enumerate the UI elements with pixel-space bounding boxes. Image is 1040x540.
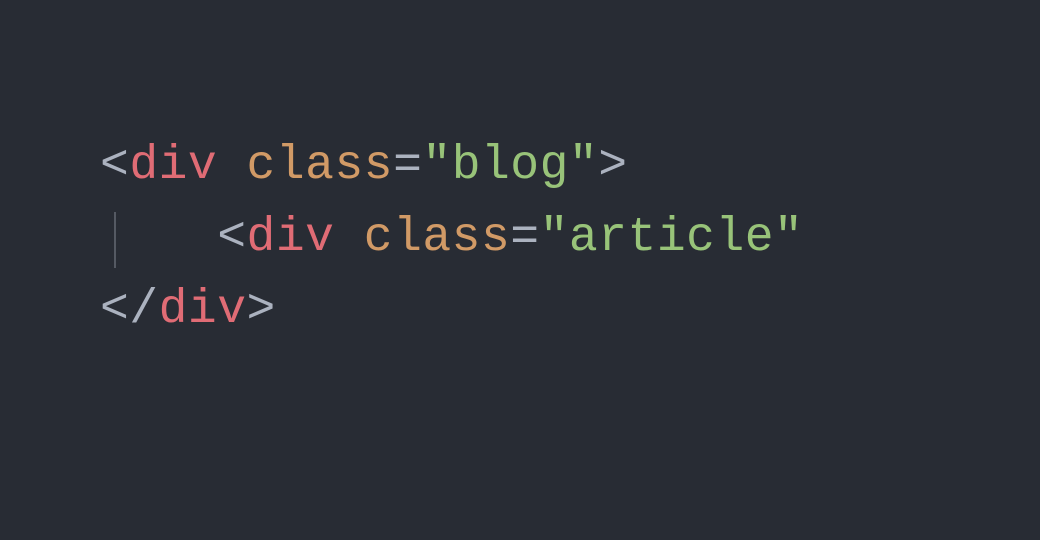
code-token-bracket: > — [247, 283, 276, 337]
code-token-bracket: > — [598, 139, 627, 193]
code-token-attr: class — [247, 139, 394, 193]
code-line[interactable]: <div class="article" — [100, 202, 1040, 274]
code-token-string: "blog" — [422, 139, 598, 193]
code-token-bracket: </ — [100, 283, 159, 337]
code-token-equals: = — [393, 139, 422, 193]
code-token-string: "article" — [540, 211, 804, 265]
code-token-bracket: < — [100, 139, 129, 193]
code-token-tag: div — [129, 139, 217, 193]
code-token-attr: class — [364, 211, 511, 265]
code-token-tag: div — [159, 283, 247, 337]
code-editor[interactable]: <div class="blog"> <div class="article" … — [0, 0, 1040, 346]
code-token-bracket: < — [217, 211, 246, 265]
code-token-tag: div — [247, 211, 335, 265]
code-line[interactable]: <div class="blog"> — [100, 130, 1040, 202]
code-line[interactable]: </div> — [100, 274, 1040, 346]
code-token-space — [334, 211, 363, 265]
indent-guide — [114, 212, 116, 268]
code-indent — [100, 211, 217, 265]
code-token-equals: = — [510, 211, 539, 265]
code-token-space — [217, 139, 246, 193]
